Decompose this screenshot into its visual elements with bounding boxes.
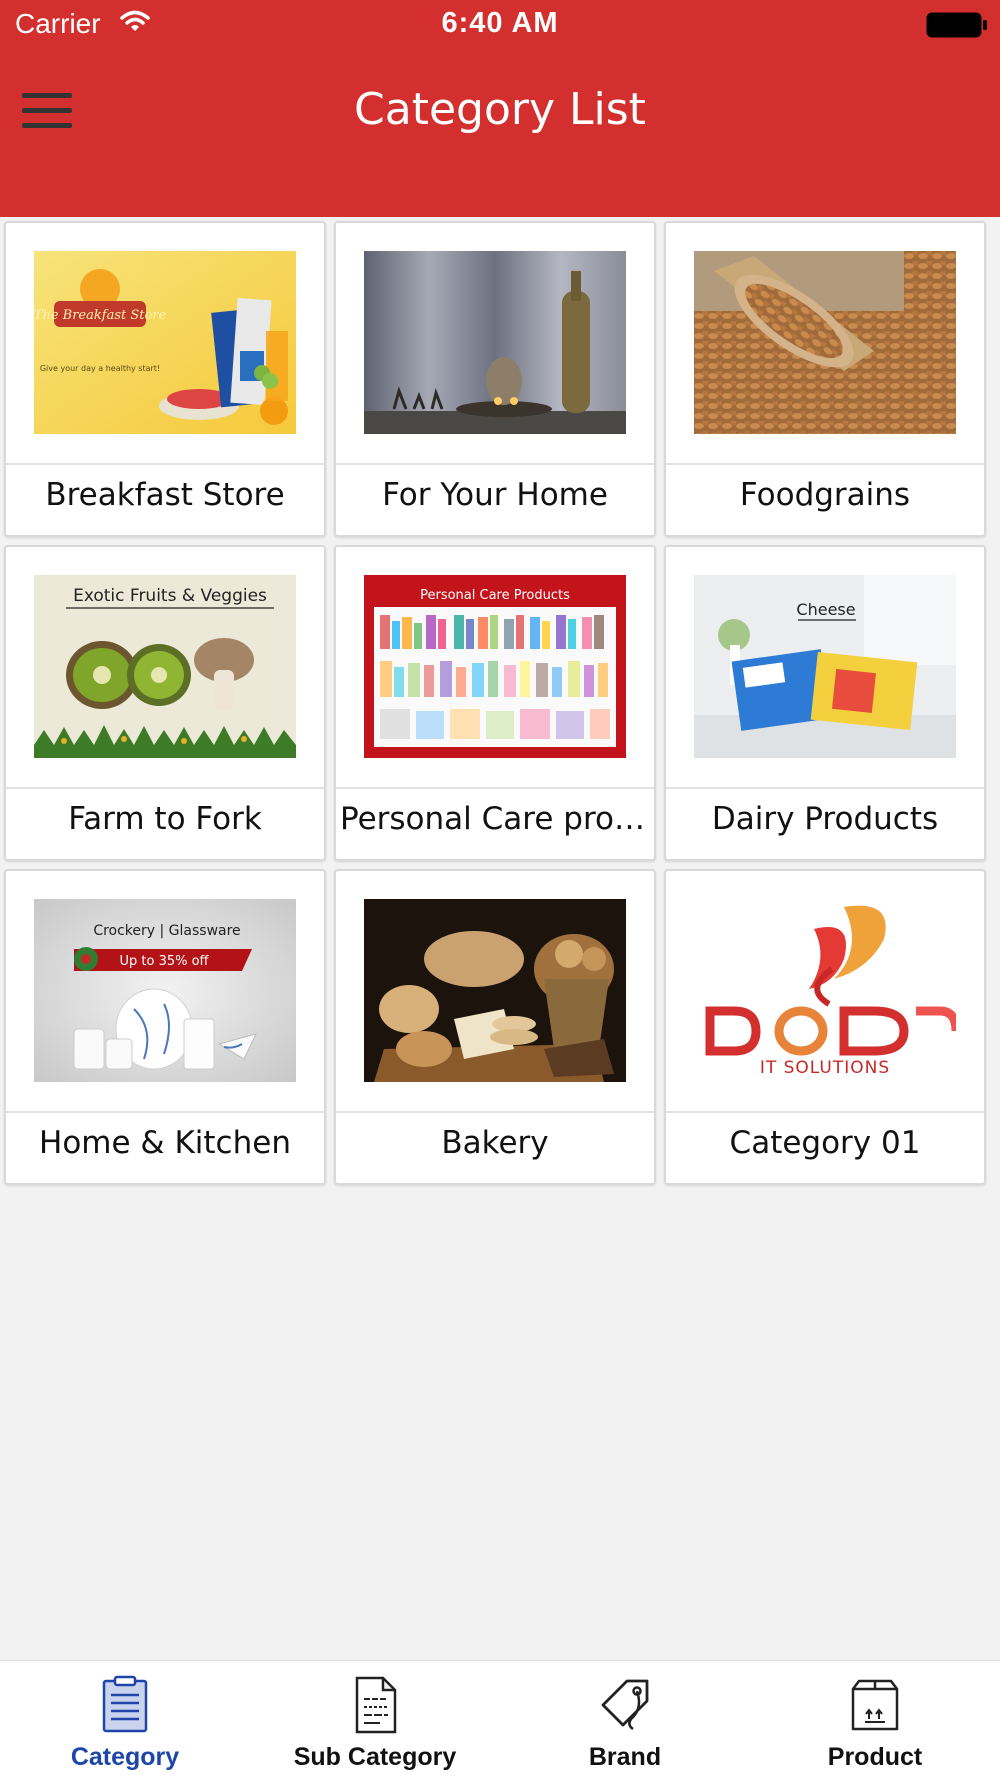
tab-label: Brand xyxy=(588,1743,662,1771)
category-card-personal-care[interactable]: Personal Care Products Personal Care pro… xyxy=(334,545,656,861)
category-label: Category 01 xyxy=(729,1125,921,1161)
tab-category[interactable]: Category xyxy=(0,1661,250,1778)
category-grid: The Breakfast Store Give your day a heal… xyxy=(4,221,996,1185)
category-label: Home & Kitchen xyxy=(39,1125,291,1161)
category-card-breakfast-store[interactable]: The Breakfast Store Give your day a heal… xyxy=(4,221,326,537)
wheat-grains-scoop-photo-image xyxy=(694,251,956,434)
status-time: 6:40 AM xyxy=(441,7,559,39)
card-divider xyxy=(666,463,984,465)
card-divider xyxy=(6,787,324,789)
card-divider xyxy=(336,787,654,789)
tab-label: Sub Category xyxy=(293,1743,457,1771)
category-card-dairy-products[interactable]: Cheese Dairy Products xyxy=(664,545,986,861)
category-label: Bakery xyxy=(441,1125,549,1161)
category-label: Personal Care prod... xyxy=(340,801,650,837)
category-label: Dairy Products xyxy=(711,801,939,837)
category-card-foodgrains[interactable]: Foodgrains xyxy=(664,221,986,537)
category-card-for-your-home[interactable]: For Your Home xyxy=(334,221,656,537)
bottom-tab-bar: Category Sub Category Brand Product xyxy=(0,1660,1000,1778)
battery-icon xyxy=(926,12,988,42)
personal-care-banner-title: Personal Care Products xyxy=(420,588,570,603)
dod-it-solutions-logo-image: IT SOLUTIONS xyxy=(694,899,956,1082)
kitchen-banner-offer: Up to 35% off xyxy=(119,954,209,969)
app-header: Carrier 6:40 AM Category List xyxy=(0,0,1000,217)
tab-label: Category xyxy=(70,1743,180,1771)
tab-brand[interactable]: Brand xyxy=(500,1661,750,1778)
breakfast-banner-title: The Breakfast Store xyxy=(34,308,167,323)
card-divider xyxy=(666,787,984,789)
fruits-banner-title: Exotic Fruits & Veggies xyxy=(73,586,267,606)
card-divider xyxy=(666,1111,984,1113)
tab-label: Product xyxy=(827,1743,923,1771)
status-bar: Carrier 6:40 AM xyxy=(0,0,1000,50)
category-card-category-01[interactable]: IT SOLUTIONS Category 01 xyxy=(664,869,986,1185)
category-label: Foodgrains xyxy=(739,477,911,513)
home-decor-photo-image xyxy=(364,251,626,434)
crockery-glassware-banner-image: Crockery | Glassware Up to 35% off xyxy=(34,899,296,1082)
category-card-bakery[interactable]: Bakery xyxy=(334,869,656,1185)
card-divider xyxy=(336,463,654,465)
document-icon xyxy=(347,1675,403,1735)
tab-product[interactable]: Product xyxy=(750,1661,1000,1778)
price-tag-icon xyxy=(597,1675,653,1735)
kitchen-banner-title: Crockery | Glassware xyxy=(93,923,240,939)
dod-logo-text: IT SOLUTIONS xyxy=(760,1058,890,1078)
tab-sub-category[interactable]: Sub Category xyxy=(250,1661,500,1778)
clipboard-list-icon xyxy=(97,1675,153,1735)
bakery-bread-photo-image xyxy=(364,899,626,1082)
category-card-home-kitchen[interactable]: Crockery | Glassware Up to 35% off Home … xyxy=(4,869,326,1185)
page-title: Category List xyxy=(354,84,646,135)
card-divider xyxy=(336,1111,654,1113)
dairy-banner-title: Cheese xyxy=(796,600,855,619)
category-card-farm-to-fork[interactable]: Exotic Fruits & Veggies Farm to Fork xyxy=(4,545,326,861)
category-label: For Your Home xyxy=(382,477,608,513)
card-divider xyxy=(6,1111,324,1113)
personal-care-products-banner-image: Personal Care Products xyxy=(364,575,626,758)
breakfast-store-banner-image: The Breakfast Store Give your day a heal… xyxy=(34,251,296,434)
exotic-fruits-veggies-banner-image: Exotic Fruits & Veggies xyxy=(34,575,296,758)
category-label: Breakfast Store xyxy=(45,477,285,513)
package-box-icon xyxy=(847,1675,903,1735)
breakfast-banner-subtitle: Give your day a healthy start! xyxy=(40,364,160,373)
category-label: Farm to Fork xyxy=(68,801,262,837)
card-divider xyxy=(6,463,324,465)
cheese-slices-banner-image: Cheese xyxy=(694,575,956,758)
